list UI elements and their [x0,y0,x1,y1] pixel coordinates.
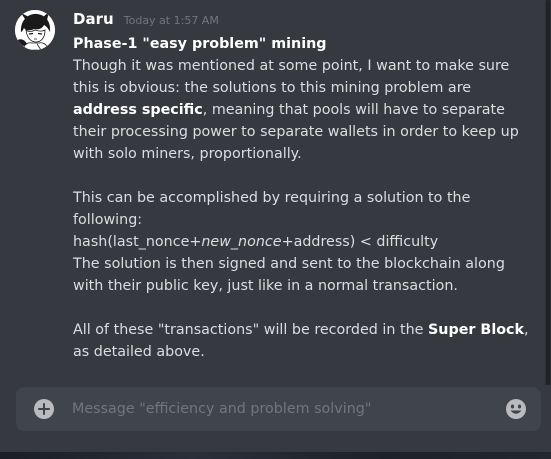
username[interactable]: Daru [73,10,114,28]
bold-phrase: Super Block [428,322,525,338]
paragraph-line: All of these "transactions" will be reco… [73,319,539,341]
avatar-image [15,10,55,50]
plus-circle-icon[interactable] [34,399,54,419]
message-content: Phase-1 "easy problem" mining Though it … [73,33,539,363]
paragraph-line: The solution is then signed and sent to … [73,256,505,272]
paragraph-line: their processing power to separate walle… [73,124,519,140]
paragraph-line: following: [73,212,143,228]
italic-phrase: new_nonce [201,234,282,250]
paragraph-line: with solo miners, proportionally. [73,146,302,162]
paragraph-line: This can be accomplished by requiring a … [73,190,471,206]
avatar[interactable] [15,10,55,50]
scrollbar-thumb[interactable] [546,0,550,385]
text-span: +address) < difficulty [281,234,439,250]
text-span: hash(last_nonce+ [73,234,202,250]
text-span: , meaning that pools will have to separa… [202,102,505,118]
paragraph-line: with their public key, just like in a no… [73,278,458,294]
paragraph-line: Though it was mentioned at some point, I… [73,58,510,74]
text-span: , [524,322,529,338]
message-input[interactable] [72,398,492,420]
message-header: Daru Today at 1:57 AM [73,9,219,28]
message-title-text: Phase-1 "easy problem" mining [73,36,327,52]
paragraph-line: as detailed above. [73,344,205,360]
hash-formula-line: hash(last_nonce+new_nonce+address) < dif… [73,231,539,253]
window-bottom-edge [0,452,551,459]
timestamp[interactable]: Today at 1:57 AM [124,14,219,27]
message-title: Phase-1 "easy problem" mining [73,33,539,55]
chat-view: Daru Today at 1:57 AM Phase-1 "easy prob… [0,0,551,459]
bold-phrase: address specific [73,102,203,118]
smiley-emoji-icon[interactable] [505,398,527,420]
message-scrollbar[interactable] [545,0,551,385]
paragraph-line: this is obvious: the solutions to this m… [73,80,472,96]
message-composer [16,387,541,431]
paragraph-line: address specific, meaning that pools wil… [73,99,539,121]
text-span: All of these "transactions" will be reco… [73,322,428,338]
chat-message: Daru Today at 1:57 AM Phase-1 "easy prob… [0,0,545,385]
